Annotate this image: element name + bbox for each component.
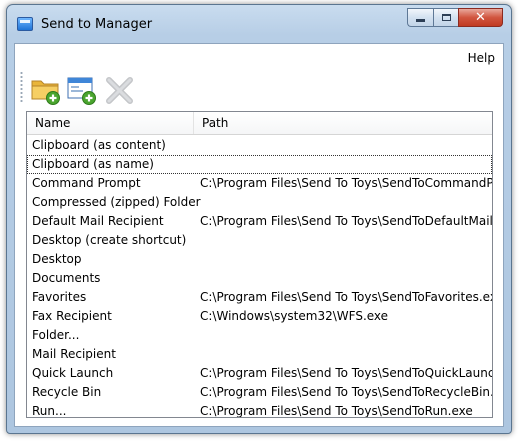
- list-item[interactable]: Documents: [27, 269, 492, 288]
- list-item[interactable]: Clipboard (as content): [27, 136, 492, 155]
- menu-bar: Help: [15, 44, 503, 66]
- column-header-name[interactable]: Name: [27, 112, 194, 134]
- list-item-name: Favorites: [32, 290, 87, 304]
- list-item[interactable]: Fax Recipient C:\Windows\system32\WFS.exe: [27, 307, 492, 326]
- list-item-path: C:\Program Files\Send To Toys\SendToDefa…: [200, 214, 493, 228]
- list-item[interactable]: Favorites C:\Program Files\Send To Toys\S…: [27, 288, 492, 307]
- list-item-path: C:\Program Files\Send To Toys\SendToComm…: [200, 176, 493, 190]
- client-area: Help Name Path Clipboard (as content) Cl…: [14, 43, 504, 427]
- list-item-name: Clipboard (as name): [32, 157, 154, 171]
- toolbar-grip[interactable]: [20, 71, 23, 103]
- add-item-button[interactable]: [65, 72, 99, 106]
- list-item[interactable]: Quick Launch C:\Program Files\Send To Toy…: [27, 364, 492, 383]
- list-item-path: C:\Program Files\Send To Toys\SendToFavo…: [200, 290, 493, 304]
- send-to-manager-window: Send to Manager ✕ Help Name Path Clipboa…: [6, 4, 512, 434]
- list-item[interactable]: Run... C:\Program Files\Send To Toys\Send…: [27, 402, 492, 418]
- maximize-button[interactable]: [433, 8, 458, 27]
- add-folder-button[interactable]: [29, 72, 63, 106]
- close-button[interactable]: ✕: [458, 8, 503, 27]
- folder-add-icon: [31, 80, 60, 105]
- list-item-name: Command Prompt: [32, 176, 141, 190]
- column-header-name-label: Name: [35, 116, 71, 130]
- minimize-icon: [416, 19, 425, 22]
- app-window-icon: [17, 17, 33, 31]
- title-bar[interactable]: Send to Manager ✕: [7, 5, 511, 43]
- list-header: Name Path: [27, 112, 492, 135]
- list-item[interactable]: Folder...: [27, 326, 492, 345]
- list-item-name: Compressed (zipped) Folder: [32, 195, 201, 209]
- list-item-name: Desktop: [32, 252, 82, 266]
- list-item[interactable]: Command Prompt C:\Program Files\Send To T…: [27, 174, 492, 193]
- list-item-path: C:\Program Files\Send To Toys\SendToRecy…: [200, 385, 493, 399]
- list-item-name: Folder...: [32, 328, 80, 342]
- list-item[interactable]: Recycle Bin C:\Program Files\Send To Toys…: [27, 383, 492, 402]
- list-item[interactable]: Mail Recipient: [27, 345, 492, 364]
- delete-x-icon: [106, 77, 133, 104]
- list-item-name: Default Mail Recipient: [32, 214, 164, 228]
- column-header-path[interactable]: Path: [194, 112, 492, 134]
- window-title: Send to Manager: [41, 17, 153, 32]
- list-item-name: Fax Recipient: [32, 309, 112, 323]
- list-item-name: Mail Recipient: [32, 347, 116, 361]
- list-item-name: Desktop (create shortcut): [32, 233, 187, 247]
- list-item[interactable]: Default Mail Recipient C:\Program Files\S…: [27, 212, 492, 231]
- list-item-name: Run...: [32, 404, 67, 418]
- list-item-path: C:\Windows\system32\WFS.exe: [200, 309, 389, 323]
- list-item-name: Recycle Bin: [32, 385, 102, 399]
- list-item-name: Clipboard (as content): [32, 138, 166, 152]
- list-item-name: Quick Launch: [32, 366, 114, 380]
- list-item[interactable]: Desktop: [27, 250, 492, 269]
- list-item[interactable]: Desktop (create shortcut): [27, 231, 492, 250]
- sendto-items-list[interactable]: Name Path Clipboard (as content) Clipboar…: [26, 111, 493, 418]
- list-rows: Clipboard (as content) Clipboard (as name…: [27, 136, 492, 418]
- list-item-name: Documents: [32, 271, 101, 285]
- minimize-button[interactable]: [407, 8, 433, 27]
- list-item-path: C:\Program Files\Send To Toys\SendToQuic…: [200, 366, 492, 380]
- column-header-path-label: Path: [202, 116, 229, 130]
- caption-buttons: ✕: [407, 8, 503, 27]
- delete-button[interactable]: [103, 72, 137, 106]
- list-item[interactable]: Clipboard (as name): [27, 155, 492, 174]
- menu-help[interactable]: Help: [468, 51, 495, 65]
- close-icon: ✕: [475, 10, 486, 25]
- maximize-icon: [441, 14, 451, 21]
- list-item[interactable]: Compressed (zipped) Folder: [27, 193, 492, 212]
- list-item-path: C:\Program Files\Send To Toys\SendToRun.…: [200, 404, 473, 418]
- window-add-icon: [67, 77, 96, 105]
- toolbar: [15, 66, 503, 110]
